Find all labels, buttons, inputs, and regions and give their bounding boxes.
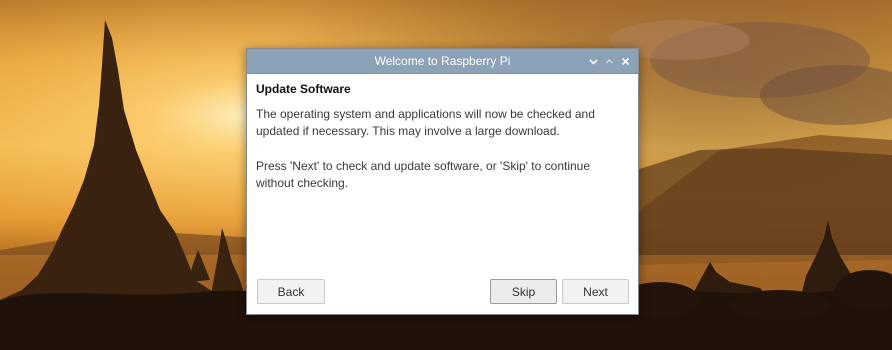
window-controls (586, 53, 632, 69)
dialog-titlebar[interactable]: Welcome to Raspberry Pi (247, 49, 638, 74)
close-icon[interactable] (618, 54, 632, 68)
instruction-text: Press 'Next' to check and update softwar… (256, 159, 591, 190)
description-text: The operating system and applications wi… (256, 107, 595, 138)
back-button[interactable]: Back (257, 279, 325, 304)
dialog-title: Welcome to Raspberry Pi (374, 54, 511, 68)
welcome-dialog: Welcome to Raspberry Pi Update Software … (246, 48, 639, 315)
dialog-content: Update Software The operating system and… (247, 74, 638, 192)
caret-up-icon[interactable] (602, 54, 616, 68)
next-button[interactable]: Next (562, 279, 629, 304)
page-heading: Update Software (256, 82, 351, 96)
chevron-down-icon[interactable] (586, 54, 600, 68)
skip-button[interactable]: Skip (490, 279, 557, 304)
